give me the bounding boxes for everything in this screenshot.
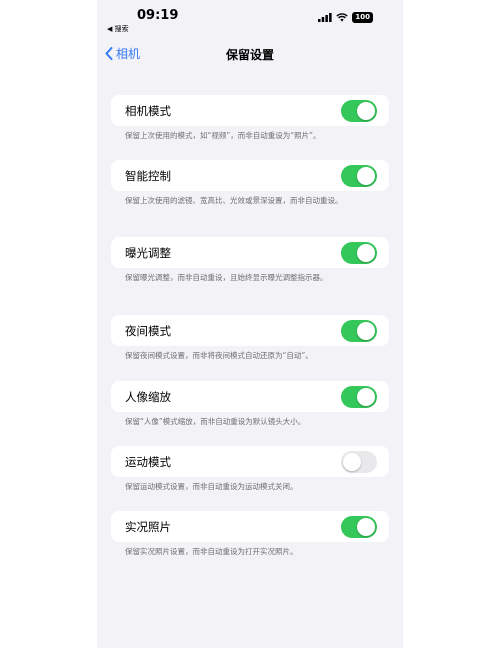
setting-toggle[interactable]	[341, 319, 377, 342]
setting-toggle[interactable]	[341, 385, 377, 408]
setting-row: 运动模式	[111, 446, 389, 477]
setting-row: 智能控制	[111, 160, 389, 191]
page-title: 保留设置	[225, 48, 274, 62]
setting-row: 曝光调整	[111, 237, 389, 268]
setting-footer: 保留上次使用的模式，如“视频”，而非自动重设为“照片”。	[125, 131, 321, 140]
setting-label: 相机模式	[125, 103, 171, 118]
setting-label: 运动模式	[125, 454, 171, 469]
battery-icon: 100	[352, 12, 373, 23]
setting-label: 智能控制	[125, 168, 171, 183]
setting-footer: 保留运动模式设置，而非自动重设为运动模式关闭。	[125, 482, 298, 491]
setting-row: 人像缩放	[111, 381, 389, 412]
setting-group-live-photo: 实况照片 保留实况照片设置，而非自动重设为打开实况照片。	[111, 511, 389, 557]
setting-row: 夜间模式	[111, 315, 389, 346]
toggle-knob	[357, 517, 375, 536]
setting-label: 实况照片	[125, 519, 171, 534]
setting-label: 夜间模式	[125, 323, 171, 338]
toggle-knob	[343, 452, 361, 471]
setting-footer: 保留曝光调整，而非自动重设，且始终显示曝光调整指示器。	[125, 273, 328, 282]
setting-label: 人像缩放	[125, 389, 171, 404]
setting-toggle[interactable]	[341, 515, 377, 538]
toggle-knob	[357, 166, 375, 185]
setting-group-camera-mode: 相机模式 保留上次使用的模式，如“视频”，而非自动重设为“照片”。	[111, 95, 389, 141]
toggle-knob	[357, 387, 375, 406]
setting-toggle[interactable]	[341, 164, 377, 187]
setting-footer: 保留“人像”模式缩放，而非自动重设为默认镜头大小。	[125, 417, 306, 426]
setting-footer: 保留实况照片设置，而非自动重设为打开实况照片。	[125, 547, 298, 556]
wifi-icon	[336, 13, 349, 22]
toggle-knob	[357, 101, 375, 120]
setting-toggle[interactable]	[341, 450, 377, 473]
setting-label: 曝光调整	[125, 245, 171, 260]
setting-group-night-mode: 夜间模式 保留夜间模式设置，而非将夜间模式自动还原为“自动”。	[111, 315, 389, 361]
setting-toggle[interactable]	[341, 99, 377, 122]
status-time: 09:19	[137, 8, 179, 23]
status-icons: 100	[318, 12, 373, 23]
back-to-app-link[interactable]: ◀ 搜索	[107, 24, 129, 34]
setting-group-exposure-adjustment: 曝光调整 保留曝光调整，而非自动重设，且始终显示曝光调整指示器。	[111, 237, 389, 283]
setting-group-action-mode: 运动模式 保留运动模式设置，而非自动重设为运动模式关闭。	[111, 446, 389, 492]
cellular-signal-icon	[318, 13, 332, 22]
setting-footer: 保留上次使用的滤镜、宽高比、光效或景深设置，而非自动重设。	[125, 196, 343, 205]
toggle-knob	[357, 321, 375, 340]
nav-bar: 相机 保留设置	[97, 40, 403, 68]
setting-toggle[interactable]	[341, 241, 377, 264]
setting-group-smart-controls: 智能控制 保留上次使用的滤镜、宽高比、光效或景深设置，而非自动重设。	[111, 160, 389, 206]
toggle-knob	[357, 243, 375, 262]
phone-screen: 09:19 ◀ 搜索 100 相机 保留设置 相机模式 保留上次使用的模式，如“…	[97, 0, 403, 648]
setting-row: 相机模式	[111, 95, 389, 126]
status-bar: 09:19 ◀ 搜索 100	[97, 0, 403, 38]
setting-row: 实况照片	[111, 511, 389, 542]
setting-footer: 保留夜间模式设置，而非将夜间模式自动还原为“自动”。	[125, 351, 313, 360]
setting-group-portrait-zoom: 人像缩放 保留“人像”模式缩放，而非自动重设为默认镜头大小。	[111, 381, 389, 427]
